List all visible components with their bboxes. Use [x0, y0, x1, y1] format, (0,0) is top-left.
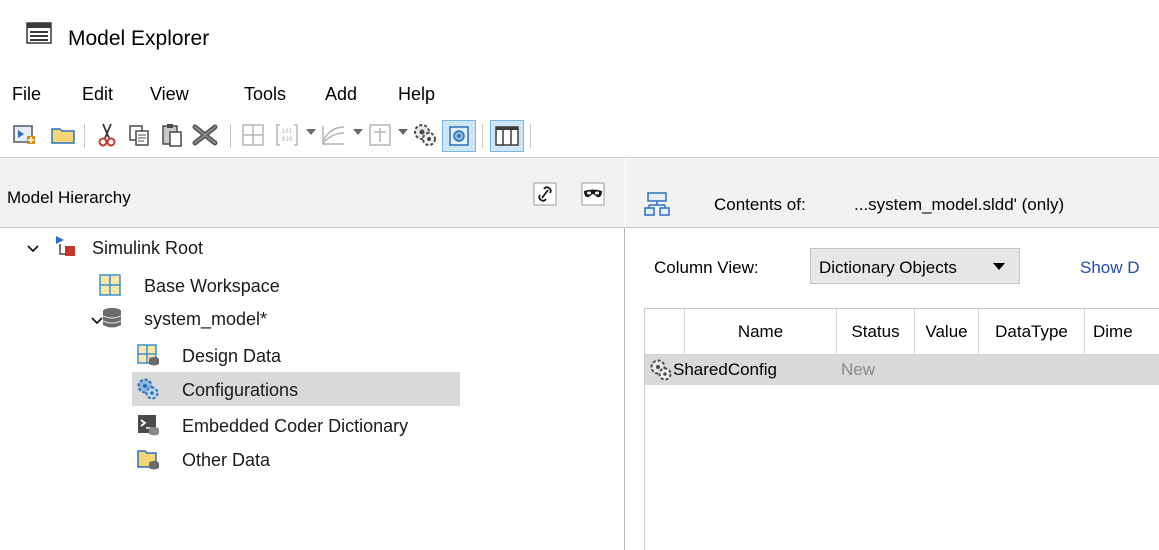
- tree-node-configurations[interactable]: Configurations: [132, 372, 460, 406]
- tree-node-base-workspace[interactable]: Base Workspace: [0, 268, 625, 302]
- chart-dropdown-icon[interactable]: [353, 129, 363, 135]
- tree-node-label: Simulink Root: [92, 238, 204, 258]
- column-header-name[interactable]: Name: [685, 309, 837, 355]
- tree-node-design-data[interactable]: Design Data: [0, 338, 625, 372]
- menu-bar: File Edit View Tools Add Help: [0, 76, 1159, 112]
- menu-edit[interactable]: Edit: [82, 82, 113, 107]
- tree-node-label: Other Data: [182, 450, 271, 470]
- row-name: SharedConfig: [673, 360, 777, 379]
- column-view-button[interactable]: [490, 120, 524, 152]
- menu-add[interactable]: Add: [325, 82, 357, 107]
- menu-file[interactable]: File: [12, 82, 41, 107]
- contents-table: Name Status Value DataType Dime SharedCo…: [644, 308, 1159, 550]
- simulink-root-icon: [56, 236, 75, 256]
- svg-text:101: 101: [282, 128, 293, 135]
- table-row[interactable]: SharedConfig New: [645, 355, 1159, 385]
- tree-node-embedded-coder-dictionary[interactable]: Embedded Coder Dictionary: [0, 408, 625, 442]
- tree-node-label: system_model*: [144, 309, 268, 329]
- menu-tools[interactable]: Tools: [244, 82, 286, 107]
- cut-icon[interactable]: [92, 120, 122, 150]
- column-header-datatype[interactable]: DataType: [979, 309, 1085, 355]
- workspace-icon: [99, 274, 121, 296]
- hierarchy-tree-icon: [644, 192, 670, 216]
- model-hierarchy-title: Model Hierarchy: [7, 188, 131, 207]
- row-status: New: [841, 360, 876, 379]
- tree-node-system-model[interactable]: system_model*: [0, 304, 625, 338]
- delete-icon[interactable]: [190, 120, 220, 150]
- config-icon[interactable]: [410, 120, 440, 150]
- array-dropdown-icon[interactable]: [306, 129, 316, 135]
- column-header-status[interactable]: Status: [837, 309, 915, 355]
- link-icon[interactable]: [530, 180, 560, 208]
- chevron-down-icon[interactable]: [26, 242, 40, 256]
- toolbar: 101 010: [0, 112, 1159, 158]
- menu-help[interactable]: Help: [398, 82, 435, 107]
- toolbar-separator: [530, 124, 531, 148]
- tree-node-label: Configurations: [182, 380, 299, 400]
- model-hierarchy-pane: Model Hierarchy Simulink Root Base Works…: [0, 158, 625, 550]
- window-title: Model Explorer: [68, 27, 210, 50]
- column-view-select[interactable]: Dictionary Objects: [810, 248, 1020, 284]
- design-data-icon: [137, 344, 159, 366]
- array-icon[interactable]: 101 010: [272, 120, 302, 150]
- paste-icon[interactable]: [157, 120, 187, 150]
- dropdown-arrow-icon: [993, 263, 1005, 270]
- copy-icon[interactable]: [124, 120, 154, 150]
- tree-node-label: Design Data: [182, 346, 282, 366]
- fixed-point-icon[interactable]: [365, 120, 395, 150]
- toolbar-separator: [230, 124, 231, 148]
- tree-node-simulink-root[interactable]: Simulink Root: [0, 232, 625, 266]
- title-bar: Model Explorer: [0, 0, 1159, 76]
- column-view-label: Column View:: [654, 258, 759, 277]
- embedded-coder-icon: [138, 415, 159, 436]
- chart-icon[interactable]: [318, 120, 348, 150]
- other-data-icon: [137, 450, 159, 470]
- selected-config-button[interactable]: [442, 120, 476, 152]
- column-view-value: Dictionary Objects: [819, 258, 957, 277]
- model-explorer-icon: [26, 22, 52, 44]
- tree-node-other-data[interactable]: Other Data: [0, 442, 625, 476]
- column-header-icon: [645, 309, 685, 355]
- menu-view[interactable]: View: [150, 82, 189, 107]
- configurations-icon: [137, 378, 159, 400]
- contents-of-label: Contents of:: [714, 195, 806, 214]
- database-icon: [102, 308, 122, 328]
- svg-text:010: 010: [282, 136, 293, 143]
- contents-path: ...system_model.sldd' (only): [854, 195, 1065, 214]
- toolbar-separator: [482, 124, 483, 148]
- mask-icon[interactable]: [578, 180, 608, 208]
- column-header-value[interactable]: Value: [915, 309, 979, 355]
- tree-node-label: Base Workspace: [144, 276, 280, 296]
- tree-node-label: Embedded Coder Dictionary: [182, 416, 409, 436]
- contents-pane: Contents of: ...system_model.sldd' (only…: [626, 158, 1159, 550]
- show-details-link[interactable]: Show D: [1080, 258, 1140, 278]
- table-header: Name Status Value DataType Dime: [645, 309, 1159, 355]
- config-set-icon: [650, 359, 672, 381]
- column-header-dimensions[interactable]: Dime: [1085, 309, 1159, 355]
- toolbar-separator: [84, 124, 85, 148]
- new-model-icon[interactable]: [10, 120, 40, 150]
- grid-icon[interactable]: [238, 120, 268, 150]
- open-folder-icon[interactable]: [48, 120, 78, 150]
- fixed-point-dropdown-icon[interactable]: [398, 129, 408, 135]
- contents-header: Contents of: ...system_model.sldd' (only…: [626, 158, 1159, 228]
- model-hierarchy-header: Model Hierarchy: [0, 158, 625, 228]
